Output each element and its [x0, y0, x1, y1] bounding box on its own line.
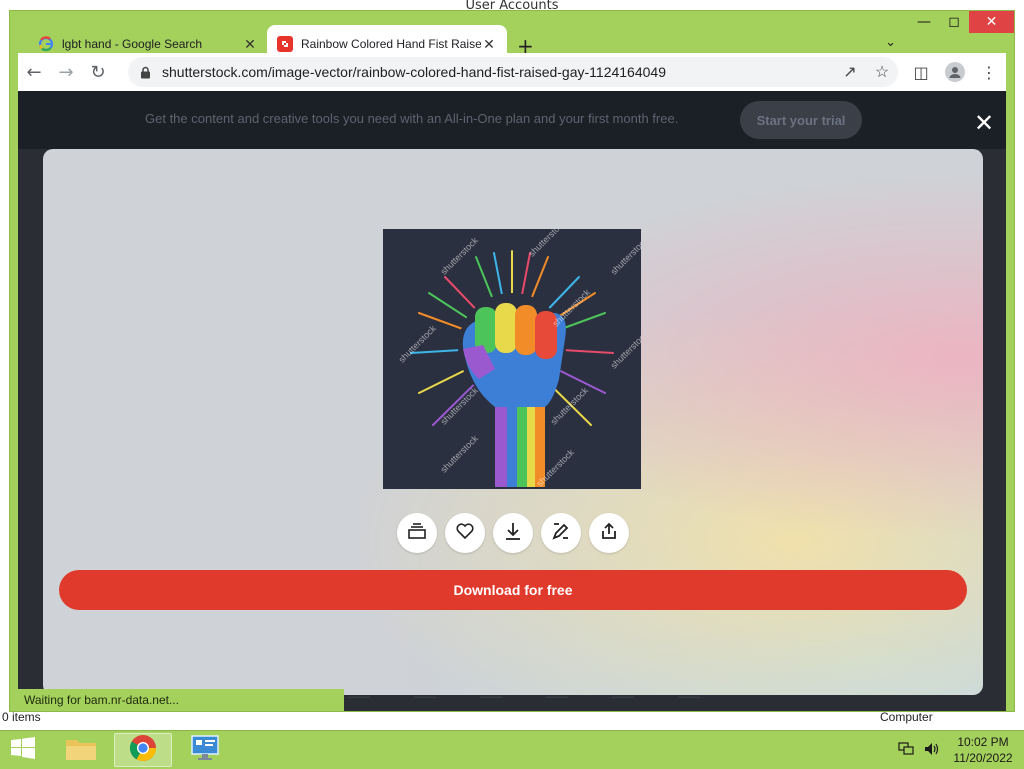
reload-icon[interactable]: ↻: [82, 62, 114, 83]
share-image-button[interactable]: [589, 513, 629, 553]
volume-icon[interactable]: [924, 741, 940, 760]
share-page-icon[interactable]: ↗: [834, 62, 866, 82]
download-modal: shutterstock shutterstock shutterstock s…: [43, 149, 983, 695]
clock-time: 10:02 PM: [957, 735, 1009, 749]
browser-toolbar: ← → ↻ shutterstock.com/image-vector/rain…: [18, 53, 1006, 91]
favorite-button[interactable]: [445, 513, 485, 553]
control-panel-icon: [190, 734, 220, 766]
promo-text: Get the content and creative tools you n…: [145, 111, 679, 126]
start-trial-button[interactable]: Start your trial: [740, 101, 862, 139]
chrome-window: — ◻ ✕ lgbt hand - Google Search ✕ Rainbo…: [9, 10, 1015, 712]
page-content: Get the content and creative tools you n…: [18, 91, 1006, 711]
rainbow-fist-image[interactable]: shutterstock shutterstock shutterstock s…: [383, 229, 641, 489]
taskbar-clock[interactable]: 10:02 PM 11/20/2022: [946, 734, 1020, 766]
download-for-free-button[interactable]: Download for free: [59, 570, 967, 610]
url-text[interactable]: shutterstock.com/image-vector/rainbow-co…: [162, 64, 834, 80]
tab-close-icon[interactable]: ✕: [242, 36, 258, 53]
windows-logo-icon: [10, 737, 36, 763]
footer-link: ——: [414, 691, 436, 703]
bookmark-star-icon[interactable]: ☆: [866, 62, 898, 82]
image-actions: [397, 513, 629, 553]
footer-link: ——: [612, 691, 634, 703]
footer-link: ——: [480, 691, 502, 703]
taskbar-chrome[interactable]: [114, 733, 172, 767]
items-count: 0 items: [2, 710, 41, 724]
taskbar-control-panel[interactable]: [176, 733, 234, 767]
status-bar: Waiting for bam.nr-data.net...: [18, 689, 344, 711]
tab-search-chevron-icon[interactable]: ⌄: [885, 35, 896, 50]
tab-close-icon[interactable]: ✕: [481, 36, 497, 53]
menu-kebab-icon[interactable]: ⋮: [972, 63, 1006, 82]
shutterstock-icon: [277, 36, 293, 52]
download-image-button[interactable]: [493, 513, 533, 553]
forward-icon[interactable]: →: [50, 62, 82, 83]
footer-link: ——: [348, 691, 370, 703]
back-icon[interactable]: ←: [18, 62, 50, 83]
address-bar[interactable]: shutterstock.com/image-vector/rainbow-co…: [128, 57, 898, 87]
edit-icon: [551, 521, 571, 545]
taskbar-file-explorer[interactable]: [52, 733, 110, 767]
share-icon: [599, 521, 619, 545]
collection-button[interactable]: [397, 513, 437, 553]
taskbar: 10:02 PM 11/20/2022: [0, 730, 1024, 769]
footer-link: ——: [678, 691, 700, 703]
system-tray: [898, 741, 940, 760]
footer-links-faded: —— —— —— —— —— ——: [348, 691, 700, 703]
folder-icon: [65, 735, 97, 765]
clock-date: 11/20/2022: [953, 751, 1013, 765]
collection-icon: [407, 522, 427, 544]
profile-avatar[interactable]: [945, 62, 965, 82]
lock-icon[interactable]: [140, 66, 154, 79]
tab-label: Rainbow Colored Hand Fist Raised: [301, 37, 481, 51]
edit-image-button[interactable]: [541, 513, 581, 553]
chrome-icon: [129, 734, 157, 766]
footer-link: ——: [546, 691, 568, 703]
tab-label: lgbt hand - Google Search: [62, 37, 203, 51]
heart-icon: [455, 522, 475, 544]
promo-banner: Get the content and creative tools you n…: [18, 91, 1006, 149]
google-icon: [38, 36, 54, 52]
computer-label: Computer: [880, 710, 933, 724]
download-icon: [503, 521, 523, 545]
network-icon[interactable]: [898, 741, 914, 760]
close-modal-icon[interactable]: ✕: [972, 111, 996, 135]
side-panel-icon[interactable]: ◫: [904, 63, 938, 82]
start-button[interactable]: [8, 737, 38, 763]
